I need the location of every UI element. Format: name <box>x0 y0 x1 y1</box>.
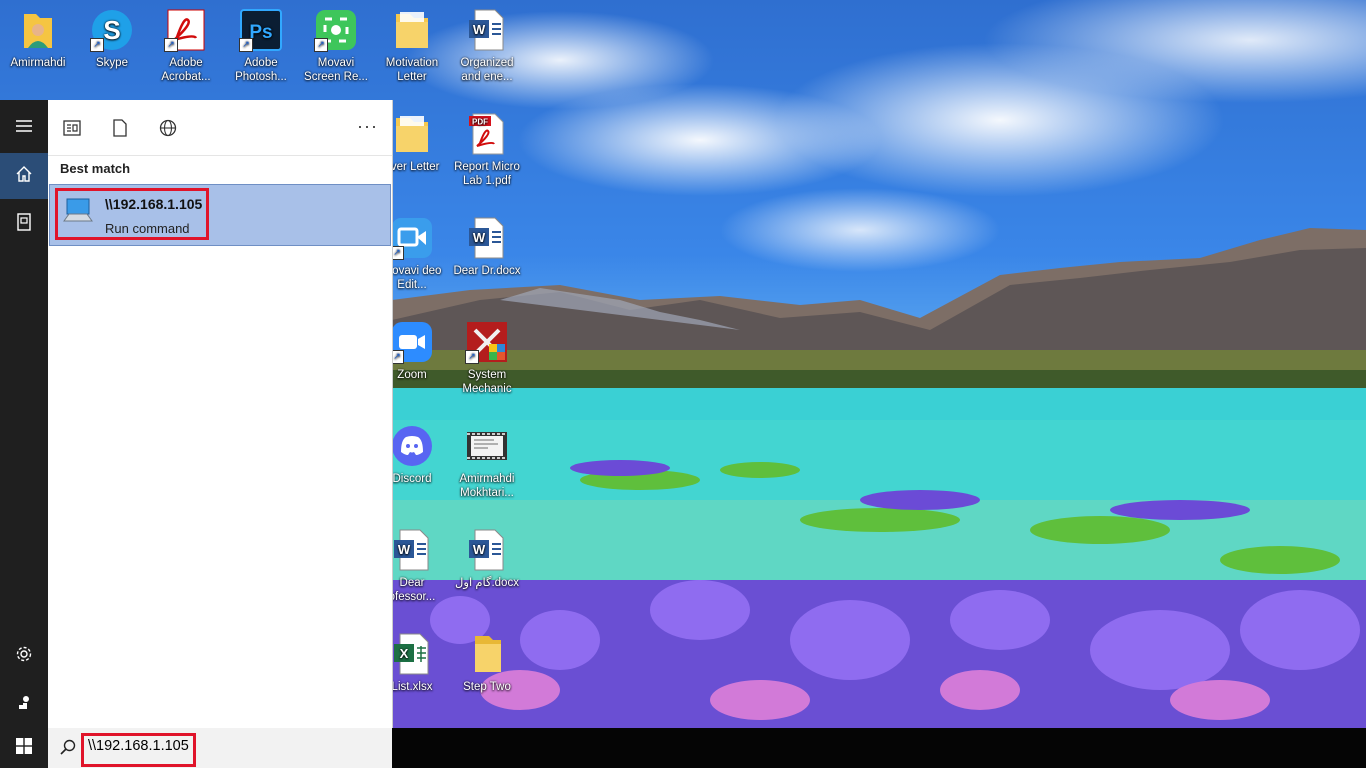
settings-button[interactable] <box>0 633 48 679</box>
document-icon <box>16 212 32 236</box>
word-doc-icon: W <box>465 216 509 260</box>
word-doc-icon: W <box>465 8 509 52</box>
search-filter-bar: ··· <box>48 100 392 156</box>
svg-text:PDF: PDF <box>472 118 488 127</box>
desktop-icon-motivation-letter[interactable]: Motivation Letter <box>375 8 449 84</box>
search-results-panel: ··· Best match \\192.168.1.105 Run comma… <box>48 100 393 728</box>
desktop-icon-acrobat[interactable]: ↗ Adobe Acrobat... <box>149 8 223 84</box>
folder-icon <box>390 8 434 52</box>
excel-icon: X <box>390 632 434 676</box>
desktop-icon-system-mechanic[interactable]: ↗ System Mechanic <box>450 320 524 396</box>
best-match-heading: Best match <box>60 161 131 176</box>
discord-icon <box>390 424 434 468</box>
pdf-icon: PDF <box>465 112 509 156</box>
svg-text:W: W <box>398 542 411 557</box>
video-file-icon <box>465 424 509 468</box>
start-menu-rail <box>0 100 48 728</box>
desktop-icon-photoshop[interactable]: Ps ↗ Adobe Photosh... <box>224 8 298 84</box>
movavi-screen-icon: ↗ <box>314 8 358 52</box>
folder-icon <box>465 632 509 676</box>
documents-icon[interactable] <box>108 116 132 140</box>
result-title: \\192.168.1.105 <box>105 196 203 212</box>
desktop-icon-amirmahdi[interactable]: Amirmahdi <box>1 8 75 70</box>
windows-logo-icon <box>16 737 32 759</box>
system-mechanic-icon: ↗ <box>465 320 509 364</box>
user-folder-icon <box>16 8 60 52</box>
taskbar-search-box[interactable]: \\192.168.1.105 <box>48 728 392 768</box>
svg-text:X: X <box>400 646 409 661</box>
web-icon[interactable] <box>156 116 180 140</box>
movavi-video-icon: ↗ <box>390 216 434 260</box>
home-icon <box>15 165 33 188</box>
desktop-icon-gam-aval[interactable]: W گام اول.docx <box>450 528 524 590</box>
computer-icon <box>62 197 94 232</box>
desktop-icon-dear-dr[interactable]: W Dear Dr.docx <box>450 216 524 278</box>
gear-icon <box>15 645 33 668</box>
desktop-icon-report-pdf[interactable]: PDF Report Micro Lab 1.pdf <box>450 112 524 188</box>
skype-icon: S ↗ <box>90 8 134 52</box>
word-doc-icon: W <box>390 528 434 572</box>
svg-text:S: S <box>103 15 120 45</box>
start-button[interactable] <box>0 728 48 768</box>
desktop-icon-step-two[interactable]: Step Two <box>450 632 524 694</box>
svg-text:W: W <box>473 22 486 37</box>
user-icon <box>15 693 33 716</box>
result-subtitle: Run command <box>105 221 190 236</box>
photoshop-icon: Ps ↗ <box>239 8 283 52</box>
more-options-button[interactable]: ··· <box>357 116 378 137</box>
home-button[interactable] <box>0 153 48 199</box>
desktop-icon-movavi-screen[interactable]: ↗ Movavi Screen Re... <box>299 8 373 84</box>
acrobat-icon: ↗ <box>164 8 208 52</box>
best-match-result[interactable]: \\192.168.1.105 Run command <box>49 184 391 246</box>
documents-button[interactable] <box>0 201 48 247</box>
zoom-icon: ↗ <box>390 320 434 364</box>
search-icon <box>60 739 76 760</box>
svg-text:W: W <box>473 230 486 245</box>
search-input[interactable]: \\192.168.1.105 <box>88 738 189 754</box>
hamburger-menu-button[interactable] <box>0 105 48 151</box>
desktop-icon-video-file[interactable]: Amirmahdi Mokhtari... <box>450 424 524 500</box>
word-doc-icon: W <box>465 528 509 572</box>
user-button[interactable] <box>0 681 48 727</box>
folder-icon <box>390 112 434 156</box>
svg-text:W: W <box>473 542 486 557</box>
desktop-icon-organized[interactable]: W Organized and ene... <box>450 8 524 84</box>
desktop-icon-skype[interactable]: S ↗ Skype <box>75 8 149 70</box>
all-apps-icon[interactable] <box>60 116 84 140</box>
hamburger-icon <box>15 119 33 138</box>
